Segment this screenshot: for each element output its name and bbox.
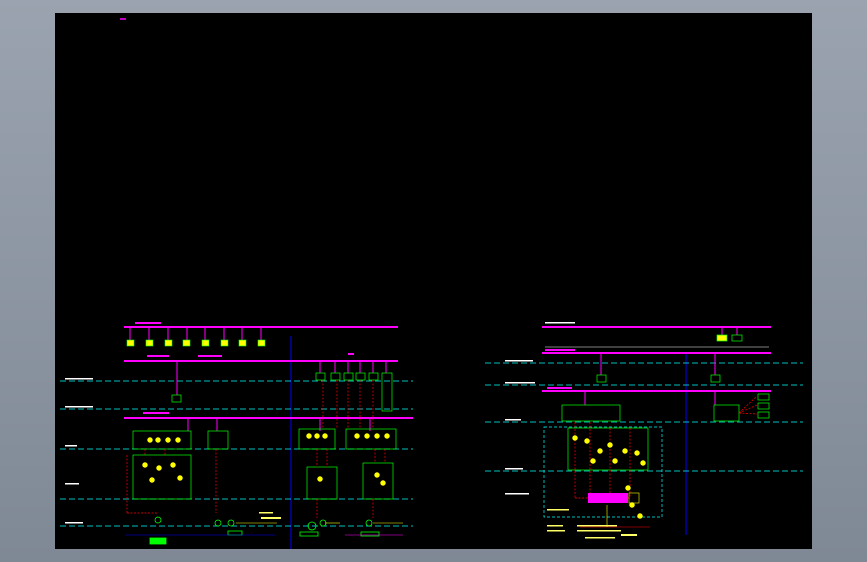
level-lines-right [485, 362, 803, 472]
yellow-valve-symbol-icon [142, 433, 390, 486]
schematic-drawing [60, 18, 803, 549]
green-device-box-icon [126, 339, 266, 347]
cad-viewer [0, 0, 867, 562]
magenta-panel [588, 493, 628, 503]
control-cabinet [543, 426, 663, 518]
drawing-canvas[interactable] [55, 13, 812, 549]
right-diagram [485, 322, 803, 539]
yellow-pump-symbol-icon [149, 516, 380, 545]
bus-lines-right [542, 326, 771, 392]
left-diagram [60, 322, 413, 549]
